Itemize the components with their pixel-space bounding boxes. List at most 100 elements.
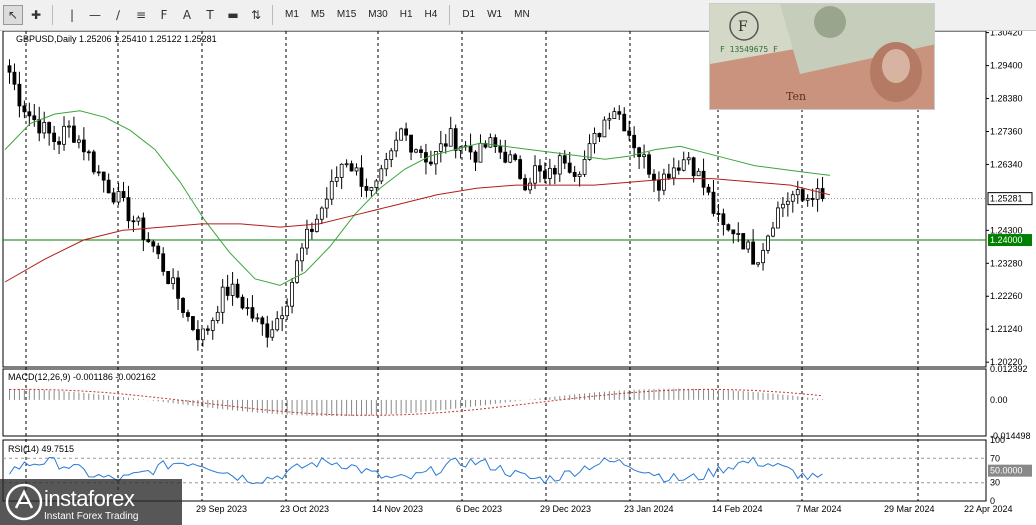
bear-candle bbox=[691, 157, 696, 177]
bull-candle bbox=[354, 167, 359, 172]
toolbar-separator bbox=[272, 5, 273, 25]
price-tick-label: 1.30420 bbox=[990, 31, 1023, 38]
bear-candle bbox=[657, 179, 661, 191]
bear-candle bbox=[409, 134, 413, 153]
label-icon[interactable]: T bbox=[200, 5, 220, 25]
price-tick-label: 1.21240 bbox=[990, 324, 1023, 334]
bull-candle bbox=[746, 241, 751, 250]
bear-candle bbox=[443, 143, 448, 147]
bear-candle bbox=[96, 171, 101, 174]
bull-candle bbox=[612, 111, 617, 119]
bear-candle bbox=[701, 170, 706, 188]
currency-photo: F F 13549675 F Ten bbox=[709, 3, 935, 110]
timeframe-m30[interactable]: M30 bbox=[362, 5, 393, 25]
timeframe-h1[interactable]: H1 bbox=[394, 5, 419, 25]
text-icon[interactable]: A bbox=[177, 5, 197, 25]
bull-candle bbox=[488, 137, 493, 148]
timeframe-w1[interactable]: W1 bbox=[481, 5, 508, 25]
bear-candle bbox=[166, 271, 171, 285]
crosshair-icon[interactable]: ✚ bbox=[26, 5, 46, 25]
bear-candle bbox=[91, 151, 96, 173]
bull-candle bbox=[662, 173, 666, 191]
trendline-icon[interactable]: ∕ bbox=[108, 5, 128, 25]
timeframe-m5[interactable]: M5 bbox=[305, 5, 331, 25]
bull-candle bbox=[220, 286, 225, 313]
price-tick-label: 1.22260 bbox=[990, 291, 1023, 301]
bull-candle bbox=[577, 173, 582, 177]
date-tick-label: 6 Dec 2023 bbox=[456, 504, 502, 514]
bull-candle bbox=[285, 305, 290, 317]
bull-candle bbox=[547, 167, 552, 179]
bear-candle bbox=[473, 151, 478, 163]
bear-candle bbox=[32, 115, 37, 121]
bear-candle bbox=[12, 71, 17, 85]
bull-candle bbox=[344, 163, 349, 166]
vertical-line-icon[interactable]: | bbox=[62, 5, 82, 25]
bull-candle bbox=[334, 177, 339, 182]
bull-candle bbox=[215, 311, 220, 321]
timeframe-m15[interactable]: M15 bbox=[331, 5, 362, 25]
bull-candle bbox=[795, 189, 800, 196]
bear-candle bbox=[359, 167, 364, 187]
date-tick-label: 23 Oct 2023 bbox=[280, 504, 329, 514]
bull-candle bbox=[433, 151, 438, 165]
bear-candle bbox=[131, 220, 136, 223]
bear-candle bbox=[617, 111, 622, 115]
date-tick-label: 22 Apr 2024 bbox=[964, 504, 1013, 514]
logo-text: instaforex bbox=[44, 486, 135, 511]
bear-candle bbox=[731, 229, 736, 235]
bear-candle bbox=[597, 132, 602, 138]
bull-candle bbox=[245, 307, 250, 309]
bull-candle bbox=[339, 163, 344, 178]
bull-candle bbox=[582, 159, 587, 175]
bull-candle bbox=[230, 283, 235, 296]
bull-candle bbox=[642, 154, 646, 157]
bear-candle bbox=[810, 198, 815, 200]
bear-candle bbox=[52, 132, 57, 142]
timeframe-m1[interactable]: M1 bbox=[279, 5, 305, 25]
bull-candle bbox=[329, 180, 334, 200]
bear-candle bbox=[711, 191, 716, 214]
bull-candle bbox=[399, 128, 404, 141]
bear-candle bbox=[572, 171, 577, 177]
timeframe-d1[interactable]: D1 bbox=[456, 5, 481, 25]
date-tick-label: 14 Nov 2023 bbox=[372, 504, 423, 514]
channel-icon[interactable]: ≡ bbox=[131, 5, 151, 25]
bear-candle bbox=[523, 178, 527, 191]
bull-candle bbox=[736, 233, 741, 235]
bull-candle bbox=[42, 122, 47, 134]
bull-candle bbox=[116, 191, 121, 203]
timeframe-h4[interactable]: H4 bbox=[419, 5, 444, 25]
fibonacci-icon[interactable]: F bbox=[154, 5, 174, 25]
note-code: F 13549675 F bbox=[720, 45, 778, 54]
date-tick-label: 29 Sep 2023 bbox=[196, 504, 247, 514]
bear-candle bbox=[741, 233, 746, 250]
bear-candle bbox=[721, 213, 726, 226]
price-tick-label: 1.26340 bbox=[990, 159, 1023, 169]
bull-candle bbox=[77, 139, 81, 143]
bear-candle bbox=[240, 296, 245, 309]
bear-candle bbox=[27, 111, 32, 117]
instaforex-logo: instaforex Instant Forex Trading bbox=[0, 479, 182, 525]
rsi-tick-label: 70 bbox=[990, 453, 1000, 463]
bear-candle bbox=[518, 159, 523, 179]
bear-candle bbox=[106, 179, 111, 194]
arrows-icon[interactable]: ⇅ bbox=[246, 5, 266, 25]
bear-candle bbox=[186, 312, 190, 317]
logo-tagline: Instant Forex Trading bbox=[44, 511, 139, 522]
timeframe-mn[interactable]: MN bbox=[508, 5, 536, 25]
horizontal-line-icon[interactable]: — bbox=[85, 5, 105, 25]
bull-candle bbox=[171, 277, 176, 285]
candles-group bbox=[7, 59, 825, 351]
bull-candle bbox=[314, 218, 319, 232]
rectangle-icon[interactable]: ▬ bbox=[223, 5, 243, 25]
bull-candle bbox=[686, 157, 691, 161]
bear-candle bbox=[706, 186, 711, 193]
cursor-icon[interactable]: ↖ bbox=[3, 5, 23, 25]
bull-candle bbox=[592, 132, 597, 145]
bull-candle bbox=[280, 315, 285, 320]
bull-candle bbox=[255, 317, 260, 320]
bull-candle bbox=[533, 165, 537, 184]
bear-candle bbox=[225, 286, 230, 296]
bear-candle bbox=[126, 197, 131, 222]
